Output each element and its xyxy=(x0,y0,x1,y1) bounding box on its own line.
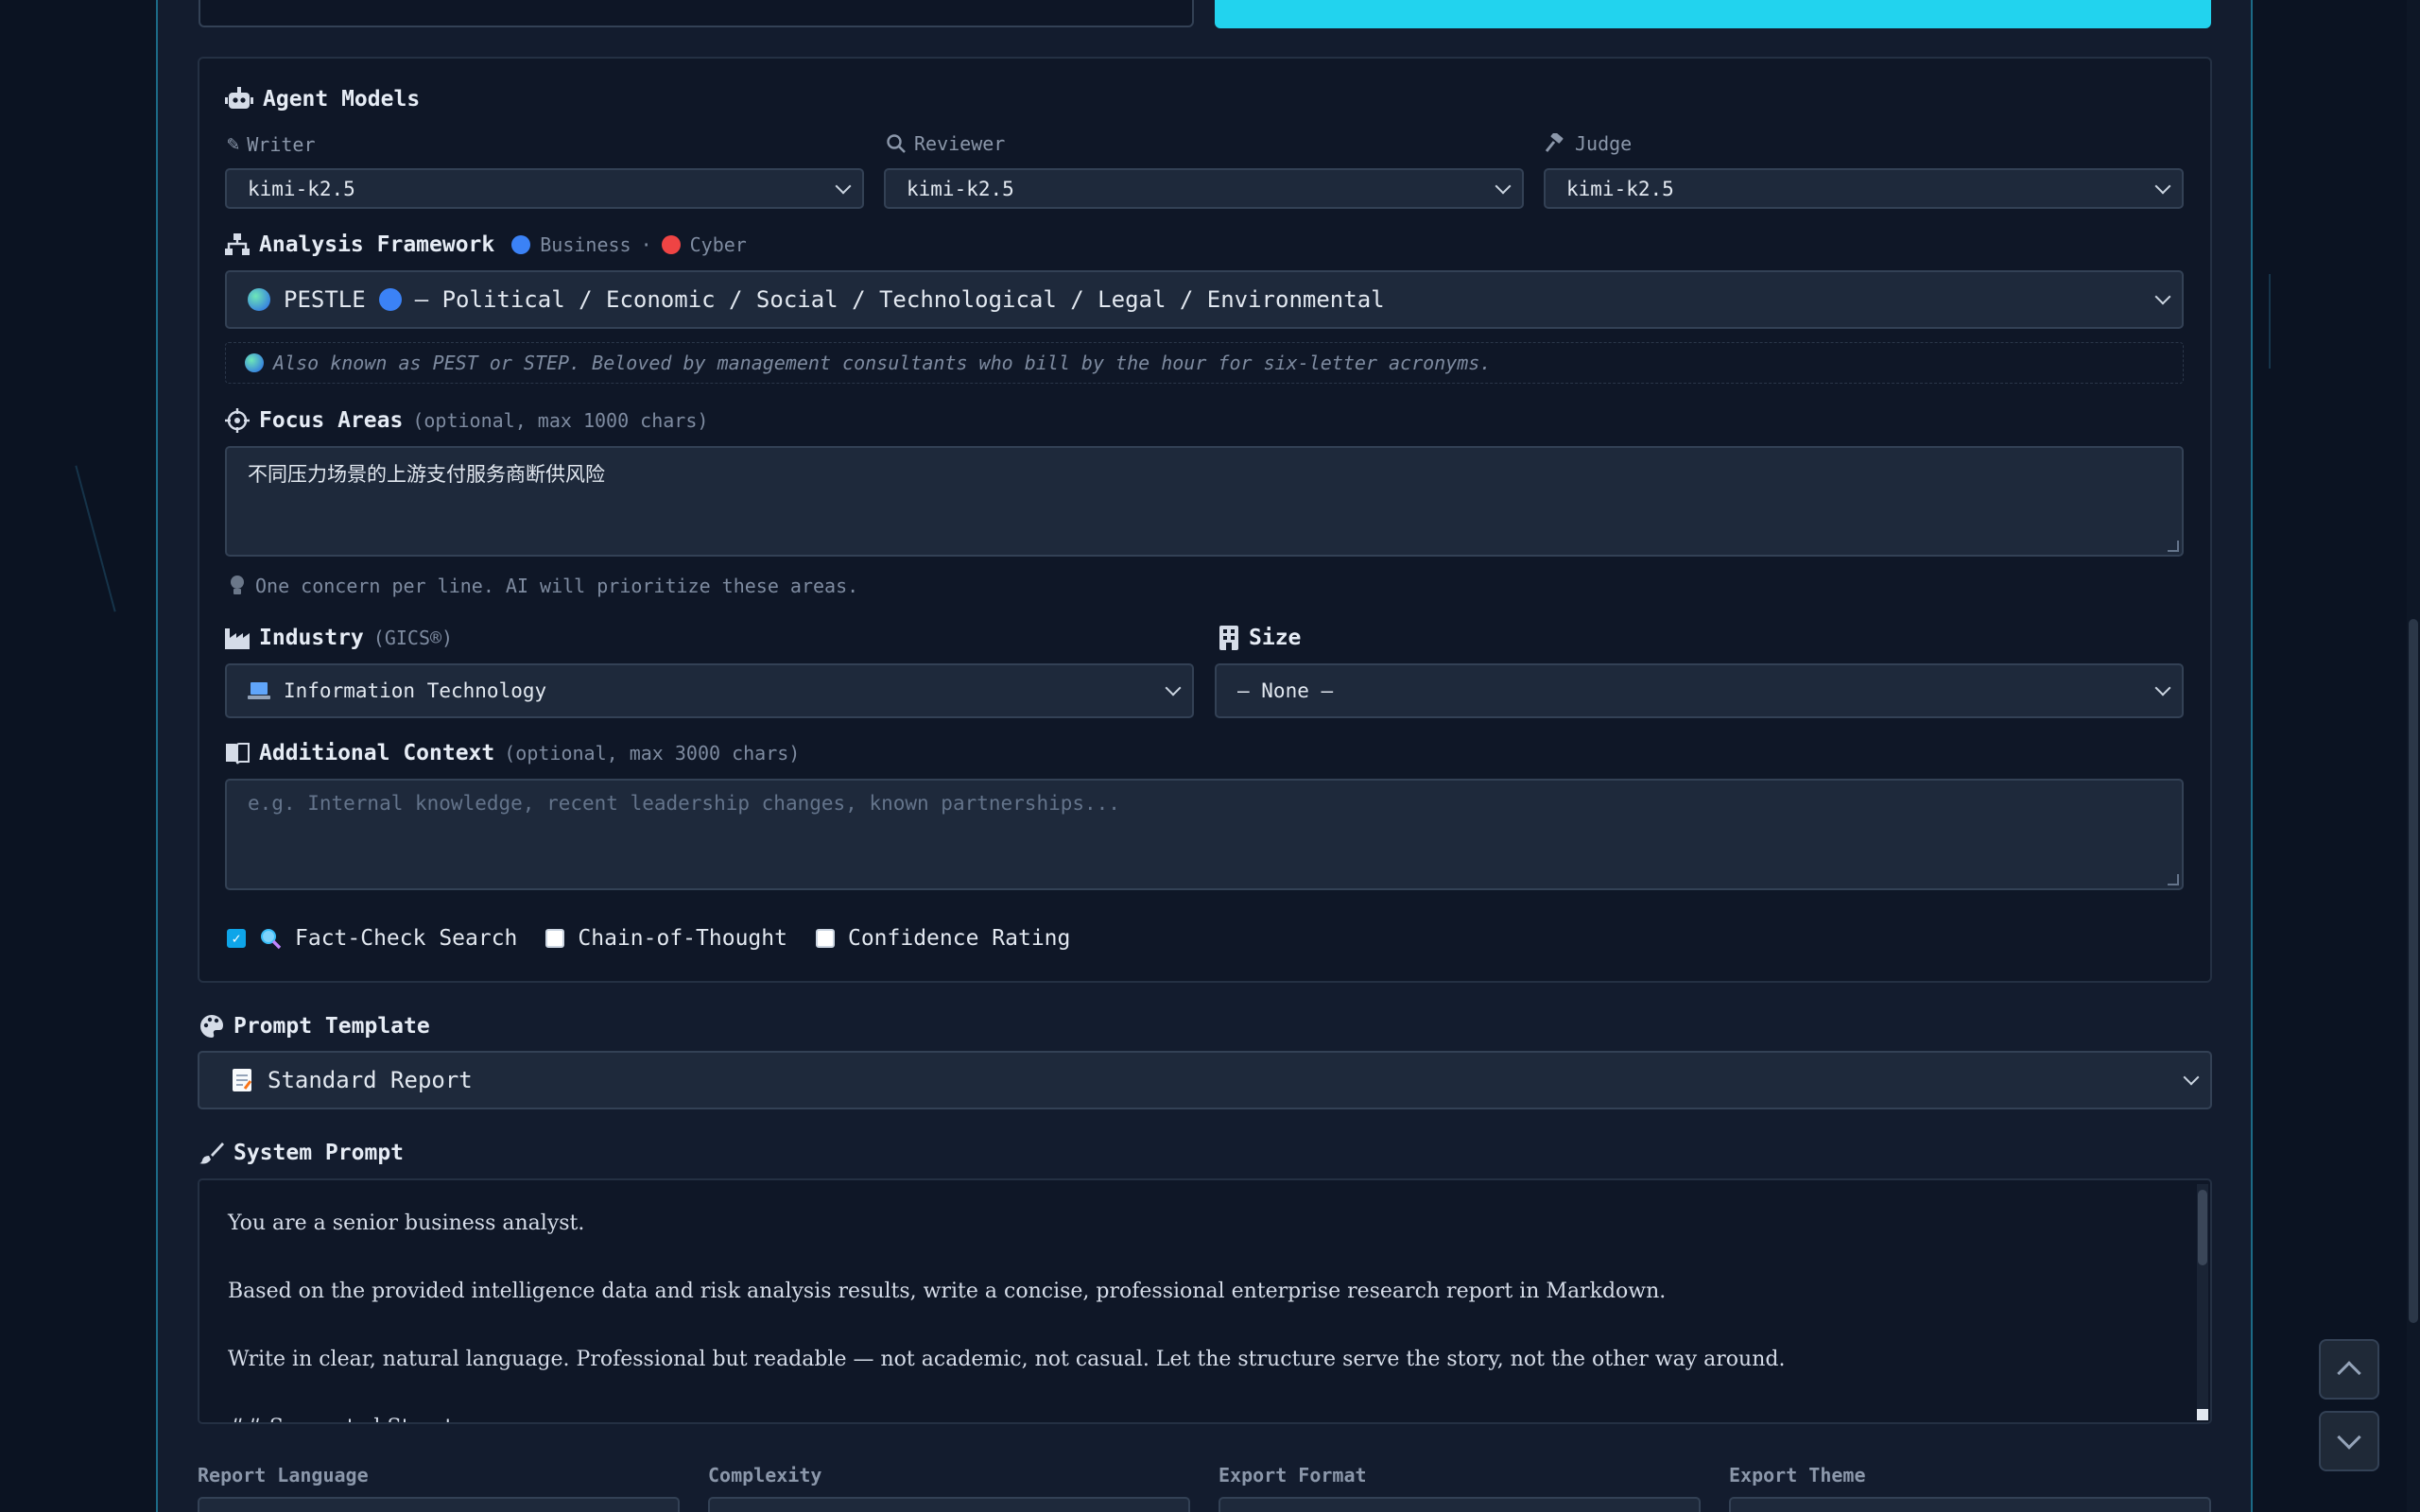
framework-heading: Analysis Framework Business · Cyber xyxy=(225,232,747,257)
resize-grip[interactable] xyxy=(2197,1409,2208,1420)
context-heading: Additional Context (optional, max 3000 c… xyxy=(225,741,800,765)
cyber-dot-icon xyxy=(661,235,681,254)
size-select[interactable]: — None — xyxy=(1215,663,2184,718)
writer-select[interactable]: kimi-k2.5 xyxy=(225,168,864,209)
globe-icon xyxy=(248,288,270,311)
hierarchy-icon xyxy=(225,233,250,255)
chevron-down-icon xyxy=(2154,679,2171,696)
template-select[interactable]: Standard Report xyxy=(198,1051,2212,1109)
reviewer-label: Reviewer xyxy=(886,132,1005,155)
chevron-up-icon xyxy=(2337,1361,2361,1385)
laptop-icon xyxy=(248,682,270,699)
factory-icon xyxy=(225,628,250,649)
lightbulb-icon xyxy=(231,576,244,594)
chevron-down-icon xyxy=(1495,178,1512,194)
business-dot-icon xyxy=(511,235,531,254)
system-prompt-heading: System Prompt xyxy=(199,1141,404,1165)
size-heading: Size xyxy=(1219,626,1301,650)
resize-grip[interactable] xyxy=(2168,541,2179,552)
export-format-select[interactable] xyxy=(1219,1497,1701,1512)
export-format-label: Export Format xyxy=(1219,1464,1367,1486)
confidence-checkbox[interactable] xyxy=(815,929,835,948)
generate-button[interactable] xyxy=(1215,0,2211,28)
framework-select[interactable]: PESTLE — Political / Economic / Social /… xyxy=(225,270,2184,329)
template-heading: Prompt Template xyxy=(199,1014,430,1039)
fact-check-option[interactable]: ✓ Fact-Check Search xyxy=(227,926,517,951)
magnifier-icon xyxy=(261,929,282,950)
memo-icon xyxy=(233,1069,252,1091)
judge-select[interactable]: kimi-k2.5 xyxy=(1544,168,2184,209)
complexity-label: Complexity xyxy=(708,1464,822,1486)
chevron-down-icon xyxy=(2337,1425,2361,1450)
export-theme-select[interactable] xyxy=(1729,1497,2211,1512)
industry-heading: Industry (GICS®) xyxy=(225,626,453,650)
writer-label: ✎ Writer xyxy=(227,132,316,156)
scroll-bottom-button[interactable] xyxy=(2319,1411,2379,1471)
textarea-scroll-thumb[interactable] xyxy=(2198,1190,2207,1265)
report-language-label: Report Language xyxy=(198,1464,369,1486)
focus-heading: Focus Areas (optional, max 1000 chars) xyxy=(225,408,708,433)
reviewer-select[interactable]: kimi-k2.5 xyxy=(884,168,1524,209)
crosshair-icon xyxy=(225,408,250,433)
context-textarea[interactable]: e.g. Internal knowledge, recent leadersh… xyxy=(225,779,2184,890)
system-prompt-textarea[interactable]: You are a senior business analyst. Based… xyxy=(198,1178,2212,1424)
chevron-down-icon xyxy=(2154,288,2171,305)
chevron-down-icon xyxy=(835,178,852,194)
bg-decoration xyxy=(75,465,116,612)
chain-of-thought-checkbox[interactable] xyxy=(545,929,565,948)
book-icon xyxy=(226,743,250,765)
complexity-select[interactable] xyxy=(708,1497,1190,1512)
export-theme-label: Export Theme xyxy=(1729,1464,1866,1486)
chevron-down-icon xyxy=(2154,178,2171,194)
bg-decoration xyxy=(2269,274,2271,369)
page-scroll-thumb[interactable] xyxy=(2409,619,2418,1323)
report-language-select[interactable] xyxy=(198,1497,680,1512)
company-input[interactable] xyxy=(199,0,1194,27)
scroll-top-button[interactable] xyxy=(2319,1339,2379,1400)
building-icon xyxy=(1219,626,1238,650)
brush-icon xyxy=(199,1143,224,1164)
chain-of-thought-option[interactable]: Chain-of-Thought xyxy=(545,926,787,951)
resize-grip[interactable] xyxy=(2168,874,2179,885)
pencil-icon: ✎ xyxy=(227,132,240,156)
framework-hint-box: Also known as PEST or STEP. Beloved by m… xyxy=(225,342,2184,384)
business-dot-icon xyxy=(378,288,402,311)
industry-select[interactable]: Information Technology xyxy=(225,663,1194,718)
robot-icon xyxy=(225,87,253,109)
globe-icon xyxy=(245,353,264,372)
judge-label: Judge xyxy=(1545,132,1632,155)
textarea-scrollbar[interactable] xyxy=(2197,1184,2208,1417)
confidence-option[interactable]: Confidence Rating xyxy=(815,926,1070,951)
agent-models-heading: Agent Models xyxy=(225,87,420,112)
fact-check-checkbox[interactable]: ✓ xyxy=(227,929,246,948)
page-scrollbar[interactable] xyxy=(2407,0,2420,1512)
gavel-icon xyxy=(1545,133,1564,152)
search-icon xyxy=(887,134,906,153)
focus-textarea[interactable]: 不同压力场景的上游支付服务商断供风险 xyxy=(225,446,2184,557)
options-row: ✓ Fact-Check Search Chain-of-Thought Con… xyxy=(227,926,1070,951)
focus-hint: One concern per line. AI will prioritize… xyxy=(229,575,858,597)
palette-icon xyxy=(200,1015,223,1038)
chevron-down-icon xyxy=(1165,679,1182,696)
chevron-down-icon xyxy=(2183,1069,2200,1086)
